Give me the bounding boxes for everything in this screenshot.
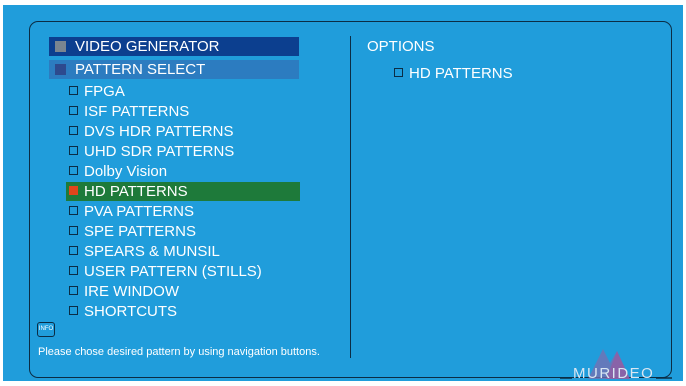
- options-title: OPTIONS: [367, 38, 435, 55]
- selected-checkbox-icon: [69, 186, 78, 195]
- checkbox-icon: [69, 246, 78, 255]
- logo-text: MURIDEO: [573, 365, 655, 382]
- menu-item-hd-patterns[interactable]: HD PATTERNS: [66, 182, 300, 201]
- menu-item-label: DVS HDR PATTERNS: [84, 123, 234, 140]
- menu-item-ire-window[interactable]: IRE WINDOW: [66, 282, 300, 301]
- menu-item-label: SPEARS & MUNSIL: [84, 243, 220, 260]
- video-generator-square-icon: [55, 41, 66, 52]
- checkbox-icon: [69, 306, 78, 315]
- pattern-select-header[interactable]: PATTERN SELECT: [49, 60, 299, 79]
- menu-item-label: Dolby Vision: [84, 163, 168, 180]
- checkbox-icon: [69, 286, 78, 295]
- checkbox-icon: [69, 86, 78, 95]
- menu-item-shortcuts[interactable]: SHORTCUTS: [66, 302, 300, 321]
- menu-item-label: USER PATTERN (STILLS): [84, 263, 262, 280]
- checkbox-icon: [69, 226, 78, 235]
- checkbox-icon: [69, 106, 78, 115]
- pattern-select-square-icon: [55, 64, 66, 75]
- checkbox-icon: [69, 166, 78, 175]
- menu-item-label: UHD SDR PATTERNS: [84, 143, 235, 160]
- menu-item-isf-patterns[interactable]: ISF PATTERNS: [66, 102, 300, 121]
- option-hd-patterns[interactable]: HD PATTERNS: [391, 64, 591, 83]
- menu-item-pva-patterns[interactable]: PVA PATTERNS: [66, 202, 300, 221]
- menu-item-uhd-sdr-patterns[interactable]: UHD SDR PATTERNS: [66, 142, 300, 161]
- menu-item-label: ISF PATTERNS: [84, 103, 190, 120]
- menu-item-dolby-vision[interactable]: Dolby Vision: [66, 162, 300, 181]
- menu-item-label: PVA PATTERNS: [84, 203, 195, 220]
- menu-item-fpga[interactable]: FPGA: [66, 82, 300, 101]
- info-button[interactable]: INFO: [37, 322, 55, 337]
- panel-divider: [350, 36, 351, 358]
- checkbox-icon: [69, 266, 78, 275]
- video-generator-header[interactable]: VIDEO GENERATOR: [49, 37, 299, 56]
- menu-item-label: SPE PATTERNS: [84, 223, 196, 240]
- murideo-logo: MURIDEO: [560, 343, 680, 382]
- video-generator-label: VIDEO GENERATOR: [75, 38, 220, 55]
- menu-item-label: SHORTCUTS: [84, 303, 178, 320]
- option-checkbox-icon: [394, 68, 403, 77]
- pattern-select-label: PATTERN SELECT: [75, 61, 206, 78]
- menu-item-spears-munsil[interactable]: SPEARS & MUNSIL: [66, 242, 300, 261]
- menu-item-label: FPGA: [84, 83, 125, 100]
- option-label: HD PATTERNS: [409, 65, 513, 82]
- menu-item-spe-patterns[interactable]: SPE PATTERNS: [66, 222, 300, 241]
- menu-item-label: IRE WINDOW: [84, 283, 179, 300]
- menu-item-label: HD PATTERNS: [84, 183, 188, 200]
- menu-item-user-pattern-stills[interactable]: USER PATTERN (STILLS): [66, 262, 300, 281]
- checkbox-icon: [69, 126, 78, 135]
- hint-text: Please chose desired pattern by using na…: [38, 346, 320, 358]
- checkbox-icon: [69, 146, 78, 155]
- menu-item-dvs-hdr-patterns[interactable]: DVS HDR PATTERNS: [66, 122, 300, 141]
- checkbox-icon: [69, 206, 78, 215]
